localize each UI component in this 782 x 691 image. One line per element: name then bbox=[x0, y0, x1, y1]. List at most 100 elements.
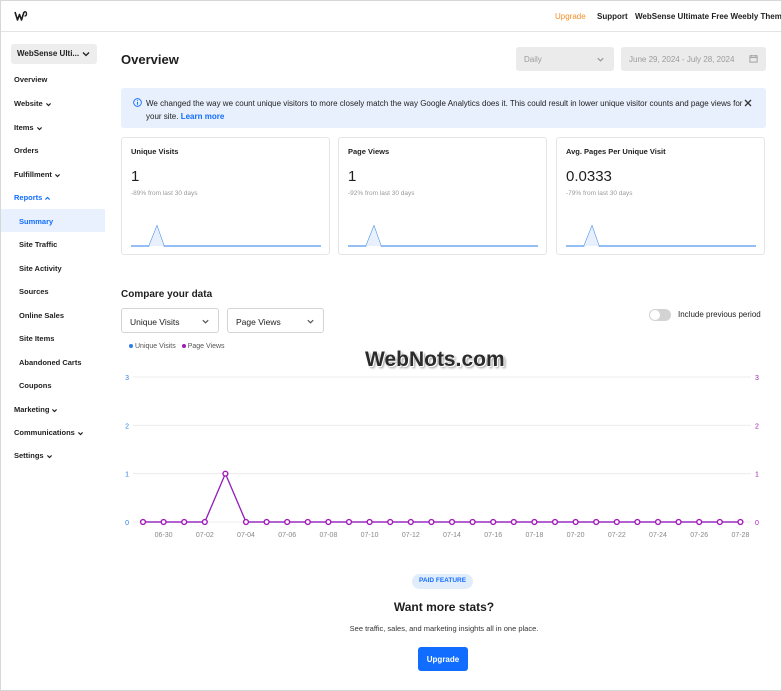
sidebar-item-site-traffic[interactable]: Site Traffic bbox=[1, 240, 105, 249]
sidebar-item-items[interactable]: Items bbox=[1, 123, 105, 132]
x-tick-label: 07-26 bbox=[690, 532, 708, 539]
sidebar-item-communications[interactable]: Communications bbox=[1, 428, 105, 437]
data-point bbox=[675, 518, 682, 526]
site-selector-label: WebSense Ulti... bbox=[17, 49, 80, 58]
sidebar-item-label: Settings bbox=[14, 451, 44, 460]
data-point bbox=[325, 518, 332, 526]
sidebar-item-abandoned-carts[interactable]: Abandoned Carts bbox=[1, 358, 105, 367]
support-link[interactable]: Support bbox=[597, 12, 628, 21]
data-point bbox=[737, 518, 744, 526]
y-tick-label-left: 2 bbox=[125, 423, 129, 430]
sidebar-item-label: Fulfillment bbox=[14, 170, 52, 179]
y-tick-label-left: 0 bbox=[125, 520, 129, 527]
x-tick-label: 07-24 bbox=[649, 532, 667, 539]
data-point bbox=[634, 518, 641, 526]
sidebar-item-label: Summary bbox=[19, 217, 54, 226]
sidebar-item-sources[interactable]: Sources bbox=[1, 287, 105, 296]
x-tick-label: 07-02 bbox=[196, 532, 214, 539]
watermark: WebNots.com bbox=[365, 348, 505, 371]
chevron-down-icon bbox=[54, 173, 60, 177]
top-bar: Upgrade Support WebSense Ultimate Free W… bbox=[1, 1, 781, 32]
data-point bbox=[613, 518, 620, 526]
compare-chart: 0 0 1 1 2 2 3 3 06-30 07-02 07-04 07-06 07-08 07-10 07… bbox=[125, 375, 759, 539]
x-tick-label: 07-22 bbox=[608, 532, 626, 539]
data-point bbox=[284, 518, 291, 526]
sidebar-item-label: Website bbox=[14, 99, 43, 108]
chevron-down-icon bbox=[82, 52, 90, 57]
sidebar-item-label: Overview bbox=[14, 75, 48, 84]
data-point bbox=[222, 470, 229, 477]
sidebar-item-fulfillment[interactable]: Fulfillment bbox=[1, 170, 105, 179]
upgrade-button[interactable]: Upgrade bbox=[418, 647, 468, 671]
sidebar-item-reports[interactable]: Reports bbox=[1, 193, 105, 202]
paid-feature-badge: PAID FEATURE bbox=[412, 574, 474, 589]
data-point bbox=[593, 518, 600, 526]
data-point bbox=[407, 518, 414, 526]
sidebar-item-orders[interactable]: Orders bbox=[1, 146, 105, 155]
x-tick-label: 07-18 bbox=[525, 532, 543, 539]
sidebar-item-settings[interactable]: Settings bbox=[1, 451, 105, 460]
x-tick-label: 07-28 bbox=[731, 532, 749, 539]
data-point bbox=[160, 518, 167, 526]
sidebar: WebSense Ulti... Overview Website Items … bbox=[1, 32, 105, 690]
data-point bbox=[531, 518, 538, 526]
app-window: Upgrade Support WebSense Ultimate Free W… bbox=[0, 0, 782, 691]
x-tick-label: 07-06 bbox=[278, 532, 296, 539]
data-point bbox=[201, 518, 208, 526]
sidebar-item-label: Marketing bbox=[14, 405, 50, 414]
data-point bbox=[242, 518, 250, 526]
chevron-down-icon bbox=[36, 126, 42, 130]
data-point bbox=[366, 518, 373, 526]
y-tick-label-right: 3 bbox=[755, 375, 759, 382]
data-point bbox=[139, 518, 147, 526]
site-selector[interactable]: WebSense Ulti... bbox=[11, 44, 97, 64]
x-tick-label: 07-10 bbox=[361, 532, 379, 539]
x-tick-label: 07-14 bbox=[443, 532, 461, 539]
sidebar-item-label: Online Sales bbox=[19, 311, 65, 320]
data-point bbox=[551, 518, 559, 526]
data-point bbox=[510, 518, 517, 526]
sidebar-item-label: Items bbox=[14, 123, 34, 132]
weebly-w-icon[interactable] bbox=[14, 9, 28, 23]
sidebar-item-coupons[interactable]: Coupons bbox=[1, 381, 105, 390]
x-tick-label: 07-20 bbox=[567, 532, 585, 539]
data-point bbox=[387, 518, 394, 526]
want-more-heading: Want more stats? bbox=[393, 600, 495, 614]
chevron-up-icon bbox=[45, 196, 51, 200]
sidebar-item-label: Site Items bbox=[19, 334, 55, 343]
main-content: Overview Daily June 29, 2024 - July 28, … bbox=[105, 32, 781, 690]
sidebar-item-label: Sources bbox=[19, 287, 49, 296]
sidebar-item-label: Site Traffic bbox=[19, 240, 58, 249]
data-point bbox=[716, 518, 723, 526]
data-point bbox=[181, 518, 188, 526]
series-line-unique-visits bbox=[143, 472, 741, 523]
x-tick-label: 07-12 bbox=[402, 532, 420, 539]
y-tick-label-right: 2 bbox=[755, 423, 759, 430]
sidebar-item-online-sales[interactable]: Online Sales bbox=[1, 311, 105, 320]
sidebar-item-label: Abandoned Carts bbox=[19, 358, 82, 367]
x-tick-label: 07-16 bbox=[484, 532, 502, 539]
sidebar-item-label: Communications bbox=[14, 428, 75, 437]
sidebar-item-website[interactable]: Website bbox=[1, 99, 105, 108]
data-point bbox=[572, 518, 579, 526]
sidebar-item-label: Reports bbox=[14, 193, 43, 202]
y-tick-label-left: 1 bbox=[125, 472, 129, 479]
x-tick-label: 07-04 bbox=[237, 532, 255, 539]
sidebar-item-site-activity[interactable]: Site Activity bbox=[1, 264, 105, 273]
data-point bbox=[428, 518, 435, 526]
chevron-down-icon bbox=[77, 431, 83, 435]
sidebar-item-label: Orders bbox=[14, 146, 39, 155]
sidebar-item-marketing[interactable]: Marketing bbox=[1, 405, 105, 414]
chevron-down-icon bbox=[46, 454, 52, 458]
want-more-desc: See traffic, sales, and marketing insigh… bbox=[349, 624, 539, 633]
sidebar-item-label: Site Activity bbox=[19, 264, 62, 273]
data-point bbox=[490, 518, 497, 526]
series-line-page-views bbox=[143, 472, 741, 523]
data-point bbox=[448, 518, 456, 526]
sidebar-item-overview[interactable]: Overview bbox=[1, 75, 105, 84]
upgrade-link[interactable]: Upgrade bbox=[555, 12, 586, 21]
data-point bbox=[304, 518, 311, 526]
sidebar-item-site-items[interactable]: Site Items bbox=[1, 334, 105, 343]
sidebar-item-summary[interactable]: Summary bbox=[1, 209, 105, 232]
site-name-link[interactable]: WebSense Ultimate Free Weebly Theme bbox=[635, 12, 781, 21]
